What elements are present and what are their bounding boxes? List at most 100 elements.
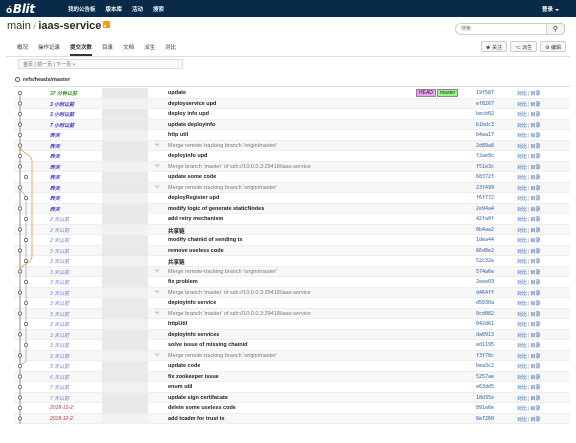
commit-row[interactable]: 昨天 ⑂ Merge remote-tracking branch 'origin/… — [14, 140, 570, 151]
commit-row[interactable]: 7 天以前 update sign certifacate 18d35e 对比|目录 — [14, 392, 570, 403]
commit-hash[interactable]: 0cd082 — [476, 311, 494, 317]
compare-link[interactable]: 对比 — [517, 385, 527, 391]
commit-message[interactable]: update deployinfo — [168, 122, 215, 128]
rss-icon[interactable] — [103, 21, 111, 28]
commit-hash[interactable]: 2eee03 — [476, 279, 494, 285]
commit-row[interactable]: 3 天以前 solve issue of missing chainid ed119… — [14, 340, 570, 351]
nav-dashboard[interactable]: 我的公告板 — [68, 5, 96, 13]
commit-row[interactable]: 2 天以前 modify chainid of sending tx 1dea44 对… — [14, 235, 570, 246]
tree-link[interactable]: 目录 — [530, 396, 540, 402]
tree-link[interactable]: 目录 — [530, 165, 540, 171]
tree-link[interactable]: 目录 — [530, 123, 540, 129]
tree-link[interactable]: 目录 — [530, 91, 540, 97]
edit-button[interactable]: ⚙ 编辑 — [540, 41, 566, 52]
compare-link[interactable]: 对比 — [517, 270, 527, 276]
commit-row[interactable]: 3 天以前 ⑂ Merge branch 'master' of ssh://10.… — [14, 287, 570, 298]
commit-message[interactable]: 共享链 — [168, 227, 185, 235]
compare-link[interactable]: 对比 — [517, 91, 527, 97]
tree-link[interactable]: 目录 — [530, 133, 540, 139]
compare-link[interactable]: 对比 — [517, 364, 527, 370]
commit-message[interactable]: Merge remote-tracking branch 'origin/mas… — [168, 353, 277, 359]
tree-link[interactable]: 目录 — [530, 144, 540, 150]
tree-link[interactable]: 目录 — [530, 406, 540, 412]
commit-hash[interactable]: 23f499 — [476, 185, 494, 191]
compare-link[interactable]: 对比 — [517, 154, 527, 160]
commit-message[interactable]: modify chainid of sending tx — [168, 237, 243, 243]
commit-hash[interactable]: 18d35e — [476, 395, 494, 401]
commit-hash[interactable]: 66d8e2 — [476, 248, 494, 254]
compare-link[interactable]: 对比 — [517, 112, 527, 118]
pager[interactable]: 首页 | 前一页 | 下一页 » — [18, 59, 183, 69]
commit-message[interactable]: deployRegister upd — [168, 195, 219, 201]
commit-message[interactable]: add retry mechanism — [168, 216, 223, 222]
commit-message[interactable]: deployservice upd — [168, 101, 216, 107]
commit-row[interactable]: 2018-12-2: add tcadm for trust tx 8e7260 对比… — [14, 413, 570, 424]
tree-link[interactable]: 目录 — [530, 175, 540, 181]
commit-hash[interactable]: d5030a — [476, 300, 494, 306]
compare-link[interactable]: 对比 — [517, 417, 527, 423]
commit-row[interactable]: 昨天 ⑂ Merge remote-tracking branch 'origin/… — [14, 182, 570, 193]
tree-link[interactable]: 目录 — [530, 217, 540, 223]
commit-row[interactable]: 3 天以前 httpUtil 042d61 对比|目录 — [14, 319, 570, 330]
commit-hash[interactable]: d464ff — [476, 290, 494, 296]
commit-message[interactable]: update some code — [168, 174, 216, 180]
compare-link[interactable]: 对比 — [517, 238, 527, 244]
tree-link[interactable]: 目录 — [530, 291, 540, 297]
commit-row[interactable]: 3 天以前 update code bea3c2 对比|目录 — [14, 361, 570, 372]
compare-link[interactable]: 对比 — [517, 249, 527, 255]
commit-hash[interactable]: da0913 — [476, 332, 494, 338]
commit-message[interactable]: Merge branch 'master' of ssh://10.0.0.3:… — [168, 290, 311, 296]
compare-link[interactable]: 对比 — [517, 312, 527, 318]
compare-link[interactable]: 对比 — [517, 186, 527, 192]
commit-row[interactable]: 6 天以前 fix zookeeper issue 5257ae 对比|目录 — [14, 371, 570, 382]
watch-button[interactable]: ★ 关注 — [480, 41, 507, 52]
commit-row[interactable]: 3 小时以前 deployservice upd ef8267 对比|目录 — [14, 98, 570, 109]
commit-message[interactable]: deployinfo service — [168, 300, 216, 306]
commit-row[interactable]: 3 天以前 remove useless code 66d8e2 对比|目录 — [14, 245, 570, 256]
compare-link[interactable]: 对比 — [517, 165, 527, 171]
compare-link[interactable]: 对比 — [517, 396, 527, 402]
commit-hash[interactable]: 42fa0f — [476, 216, 494, 222]
commit-hash[interactable]: ed1195 — [476, 342, 494, 348]
commit-message[interactable]: modify logic of generate staticNodes — [168, 206, 264, 212]
compare-link[interactable]: 对比 — [517, 259, 527, 265]
nav-repositories[interactable]: 版本库 — [106, 5, 123, 13]
tree-link[interactable]: 目录 — [530, 249, 540, 255]
tree-link[interactable]: 目录 — [530, 385, 540, 391]
commit-row[interactable]: 昨天 ⑂ Merge branch 'master' of ssh://10.0.0… — [14, 161, 570, 172]
tab-forks[interactable]: 派生 — [144, 43, 155, 56]
commit-hash[interactable]: b4aa17 — [476, 132, 494, 138]
commit-row[interactable]: 3 天以前 ⑂ Merge branch 'master' of ssh://10.… — [14, 308, 570, 319]
commit-row[interactable]: 7 小时以前 update deployinfo b1bdc3 对比|目录 — [14, 119, 570, 130]
compare-link[interactable]: 对比 — [517, 196, 527, 202]
tree-link[interactable]: 目录 — [530, 112, 540, 118]
tab-compare[interactable]: 对比 — [165, 43, 176, 56]
commit-row[interactable]: 3 天以前 deployinfo service d5030a 对比|目录 — [14, 298, 570, 309]
compare-link[interactable]: 对比 — [517, 406, 527, 412]
commit-row[interactable]: 昨天 deployRegister upd f6f772 对比|目录 — [14, 193, 570, 204]
compare-link[interactable]: 对比 — [517, 123, 527, 129]
master-badge[interactable]: master — [437, 88, 459, 97]
commit-hash[interactable]: bea3c2 — [476, 363, 494, 369]
commit-message[interactable]: delete some useless code — [168, 405, 236, 411]
commit-message[interactable]: Merge remote-tracking branch 'origin/mas… — [168, 143, 277, 149]
compare-link[interactable]: 对比 — [517, 333, 527, 339]
commit-hash[interactable]: f3f70c — [476, 353, 494, 359]
tree-link[interactable]: 目录 — [530, 322, 540, 328]
nav-search[interactable]: 搜索 — [153, 5, 164, 13]
tree-link[interactable]: 目录 — [530, 238, 540, 244]
commit-row[interactable]: 3 天以前 ⑂ Merge remote-tracking branch 'orig… — [14, 350, 570, 361]
tree-link[interactable]: 目录 — [530, 312, 540, 318]
tab-docs[interactable]: 文档 — [123, 43, 134, 56]
commit-hash[interactable]: 2d89a8 — [476, 143, 494, 149]
commit-row[interactable]: 昨天 update some code 68372f 对比|目录 — [14, 172, 570, 183]
compare-link[interactable]: 对比 — [517, 207, 527, 213]
commit-message[interactable]: deployinfo upd — [168, 153, 207, 159]
brand-logo[interactable]: óBlit — [6, 2, 68, 16]
commit-row[interactable]: 3 天以前 deployinfo services da0913 对比|目录 — [14, 329, 570, 340]
commit-message[interactable]: enum util — [168, 384, 192, 390]
commit-row[interactable]: 37 分钟以前 update HEAD master 19f587 对比|目录 — [14, 88, 570, 99]
tree-link[interactable]: 目录 — [530, 364, 540, 370]
commit-hash[interactable]: ef8267 — [476, 101, 494, 107]
commit-hash[interactable]: f6f772 — [476, 195, 494, 201]
